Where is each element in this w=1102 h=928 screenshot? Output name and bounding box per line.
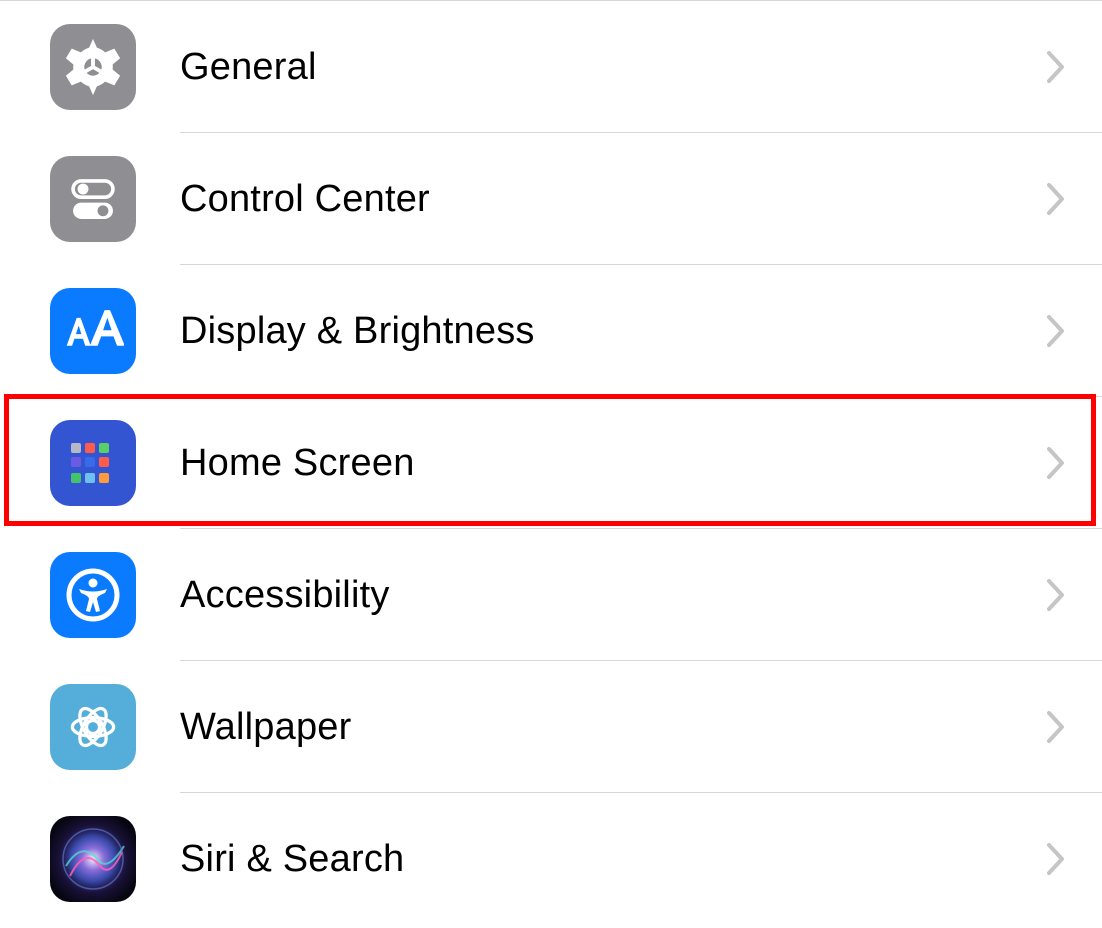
settings-item-label: Accessibility — [180, 574, 1046, 617]
text-size-icon — [50, 288, 136, 374]
settings-item-label: Control Center — [180, 178, 1046, 221]
accessibility-icon — [50, 552, 136, 638]
chevron-right-icon — [1046, 710, 1066, 744]
settings-item-label: Siri & Search — [180, 838, 1046, 881]
chevron-right-icon — [1046, 314, 1066, 348]
settings-item-display-brightness[interactable]: Display & Brightness — [0, 265, 1102, 397]
wallpaper-icon — [50, 684, 136, 770]
settings-list: General Control Center — [0, 0, 1102, 925]
settings-item-wallpaper[interactable]: Wallpaper — [0, 661, 1102, 793]
settings-item-general[interactable]: General — [0, 1, 1102, 133]
settings-item-control-center[interactable]: Control Center — [0, 133, 1102, 265]
gear-icon — [50, 24, 136, 110]
chevron-right-icon — [1046, 446, 1066, 480]
siri-icon — [50, 816, 136, 902]
toggles-icon — [50, 156, 136, 242]
settings-item-label: General — [180, 46, 1046, 89]
settings-item-label: Home Screen — [180, 442, 1046, 485]
settings-item-label: Display & Brightness — [180, 310, 1046, 353]
chevron-right-icon — [1046, 578, 1066, 612]
chevron-right-icon — [1046, 50, 1066, 84]
settings-item-accessibility[interactable]: Accessibility — [0, 529, 1102, 661]
home-screen-icon — [50, 420, 136, 506]
settings-item-label: Wallpaper — [180, 706, 1046, 749]
settings-item-home-screen[interactable]: Home Screen — [0, 397, 1102, 529]
settings-item-siri-search[interactable]: Siri & Search — [0, 793, 1102, 925]
chevron-right-icon — [1046, 182, 1066, 216]
chevron-right-icon — [1046, 842, 1066, 876]
